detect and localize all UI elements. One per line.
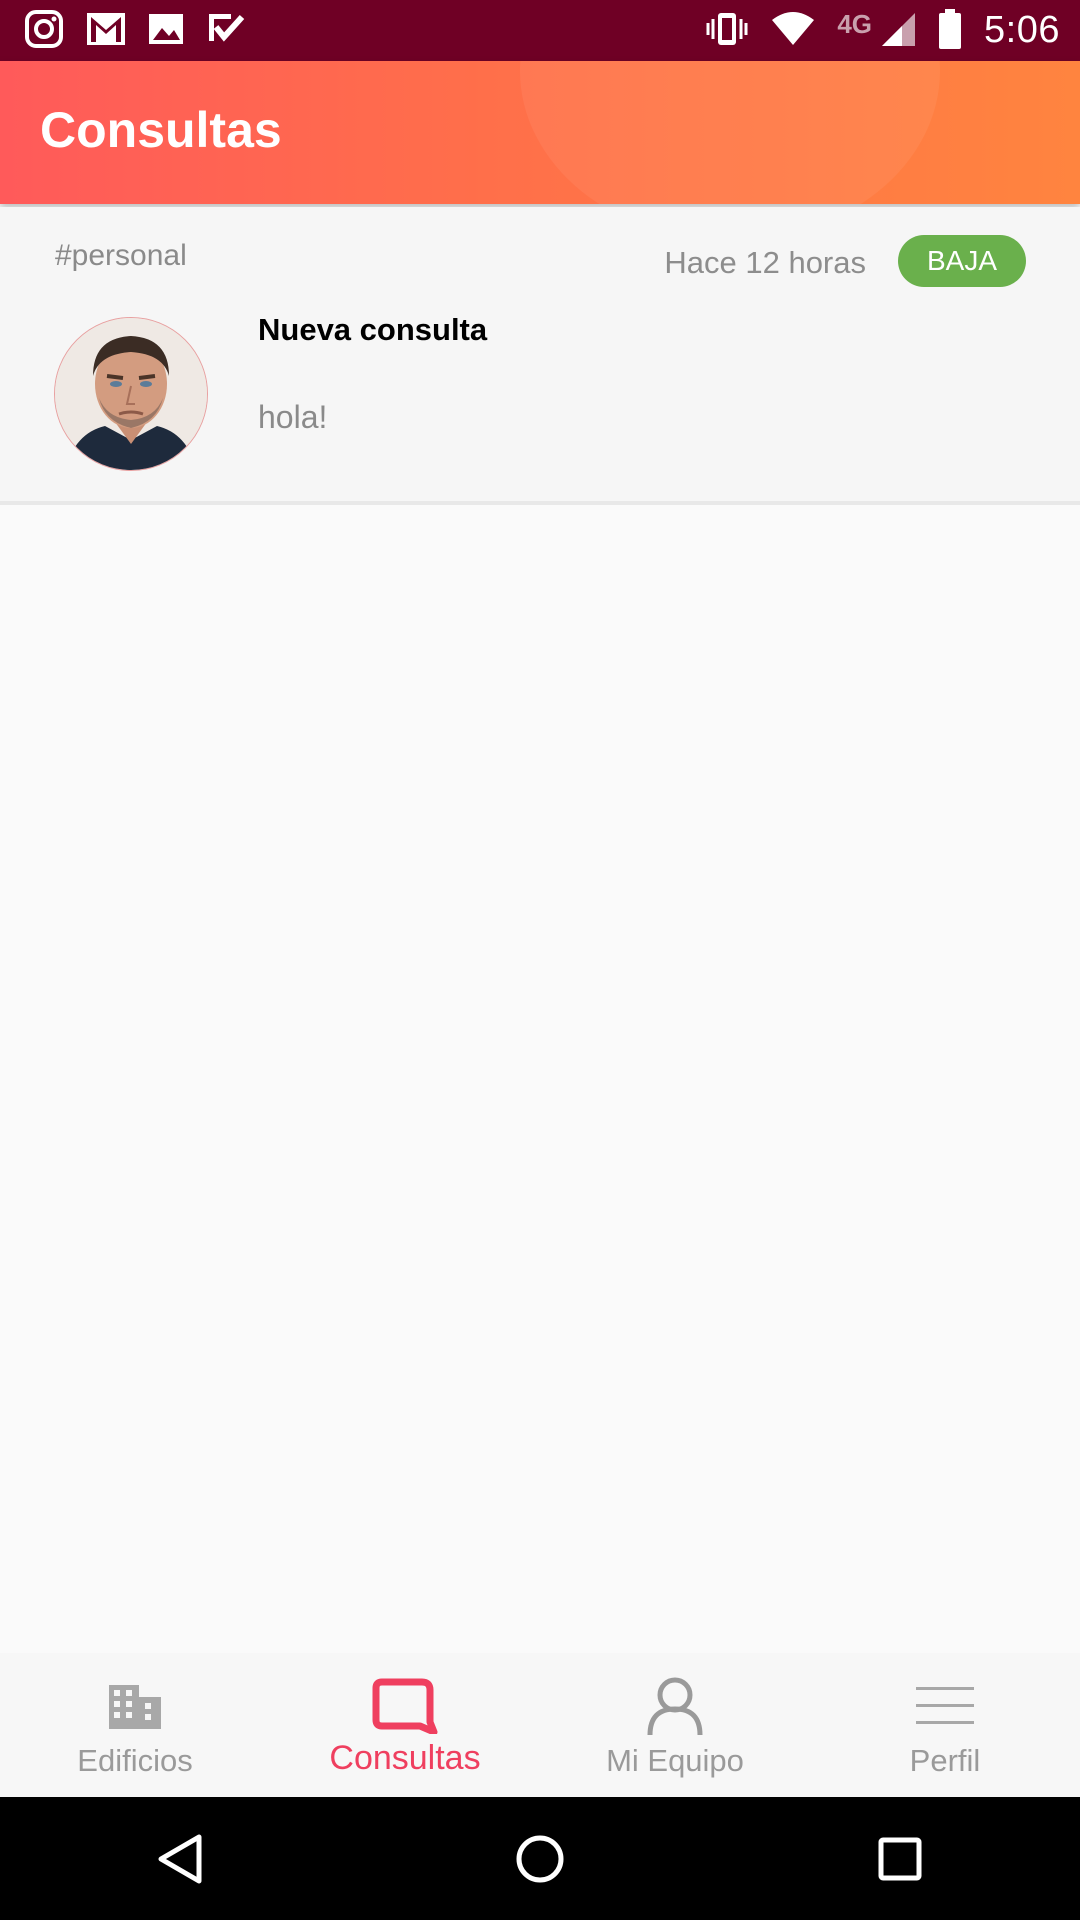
bottom-navigation: Edificios Consultas Mi Equipo Perfil xyxy=(0,1653,1080,1797)
battery-icon xyxy=(938,8,962,53)
system-status-icons: 4G 5:06 xyxy=(705,8,1060,53)
nav-perfil[interactable]: Perfil xyxy=(810,1653,1080,1797)
vibrate-icon xyxy=(705,11,749,51)
gallery-icon xyxy=(148,13,184,49)
nav-label-consultas: Consultas xyxy=(329,1739,481,1777)
nav-label-mi-equipo: Mi Equipo xyxy=(606,1743,744,1778)
wifi-icon xyxy=(771,11,815,50)
home-icon[interactable] xyxy=(480,1809,600,1909)
consulta-time: Hace 12 horas xyxy=(664,245,866,280)
app-bar: Consultas xyxy=(0,61,1080,204)
consulta-list-item[interactable]: #personal Hace 12 horas BAJA Nueva consu… xyxy=(0,207,1080,505)
person-icon xyxy=(645,1675,705,1737)
instagram-icon xyxy=(24,9,64,53)
consulta-title: Nueva consulta xyxy=(258,312,488,347)
menu-icon xyxy=(914,1675,976,1737)
gmail-icon xyxy=(86,12,126,50)
status-time: 5:06 xyxy=(984,9,1060,51)
building-icon xyxy=(107,1675,163,1737)
notification-icons xyxy=(24,9,246,53)
nav-edificios[interactable]: Edificios xyxy=(0,1653,270,1797)
signal-icon xyxy=(880,11,916,51)
nav-label-perfil: Perfil xyxy=(909,1743,981,1778)
back-icon[interactable] xyxy=(120,1809,240,1909)
priority-badge: BAJA xyxy=(898,235,1026,287)
nav-consultas[interactable]: Consultas xyxy=(270,1653,540,1797)
nav-label-edificios: Edificios xyxy=(77,1743,193,1778)
chat-bubble-icon xyxy=(372,1675,438,1737)
recents-icon[interactable] xyxy=(840,1809,960,1909)
status-bar: 4G 5:06 xyxy=(0,0,1080,61)
avatar xyxy=(54,317,208,471)
consulta-message: hola! xyxy=(258,399,328,435)
network-type: 4G xyxy=(837,9,873,39)
consulta-tag: #personal xyxy=(55,239,187,272)
nav-mi-equipo[interactable]: Mi Equipo xyxy=(540,1653,810,1797)
tasks-icon xyxy=(206,11,246,51)
system-navigation-bar xyxy=(0,1797,1080,1920)
page-title: Consultas xyxy=(40,102,282,158)
